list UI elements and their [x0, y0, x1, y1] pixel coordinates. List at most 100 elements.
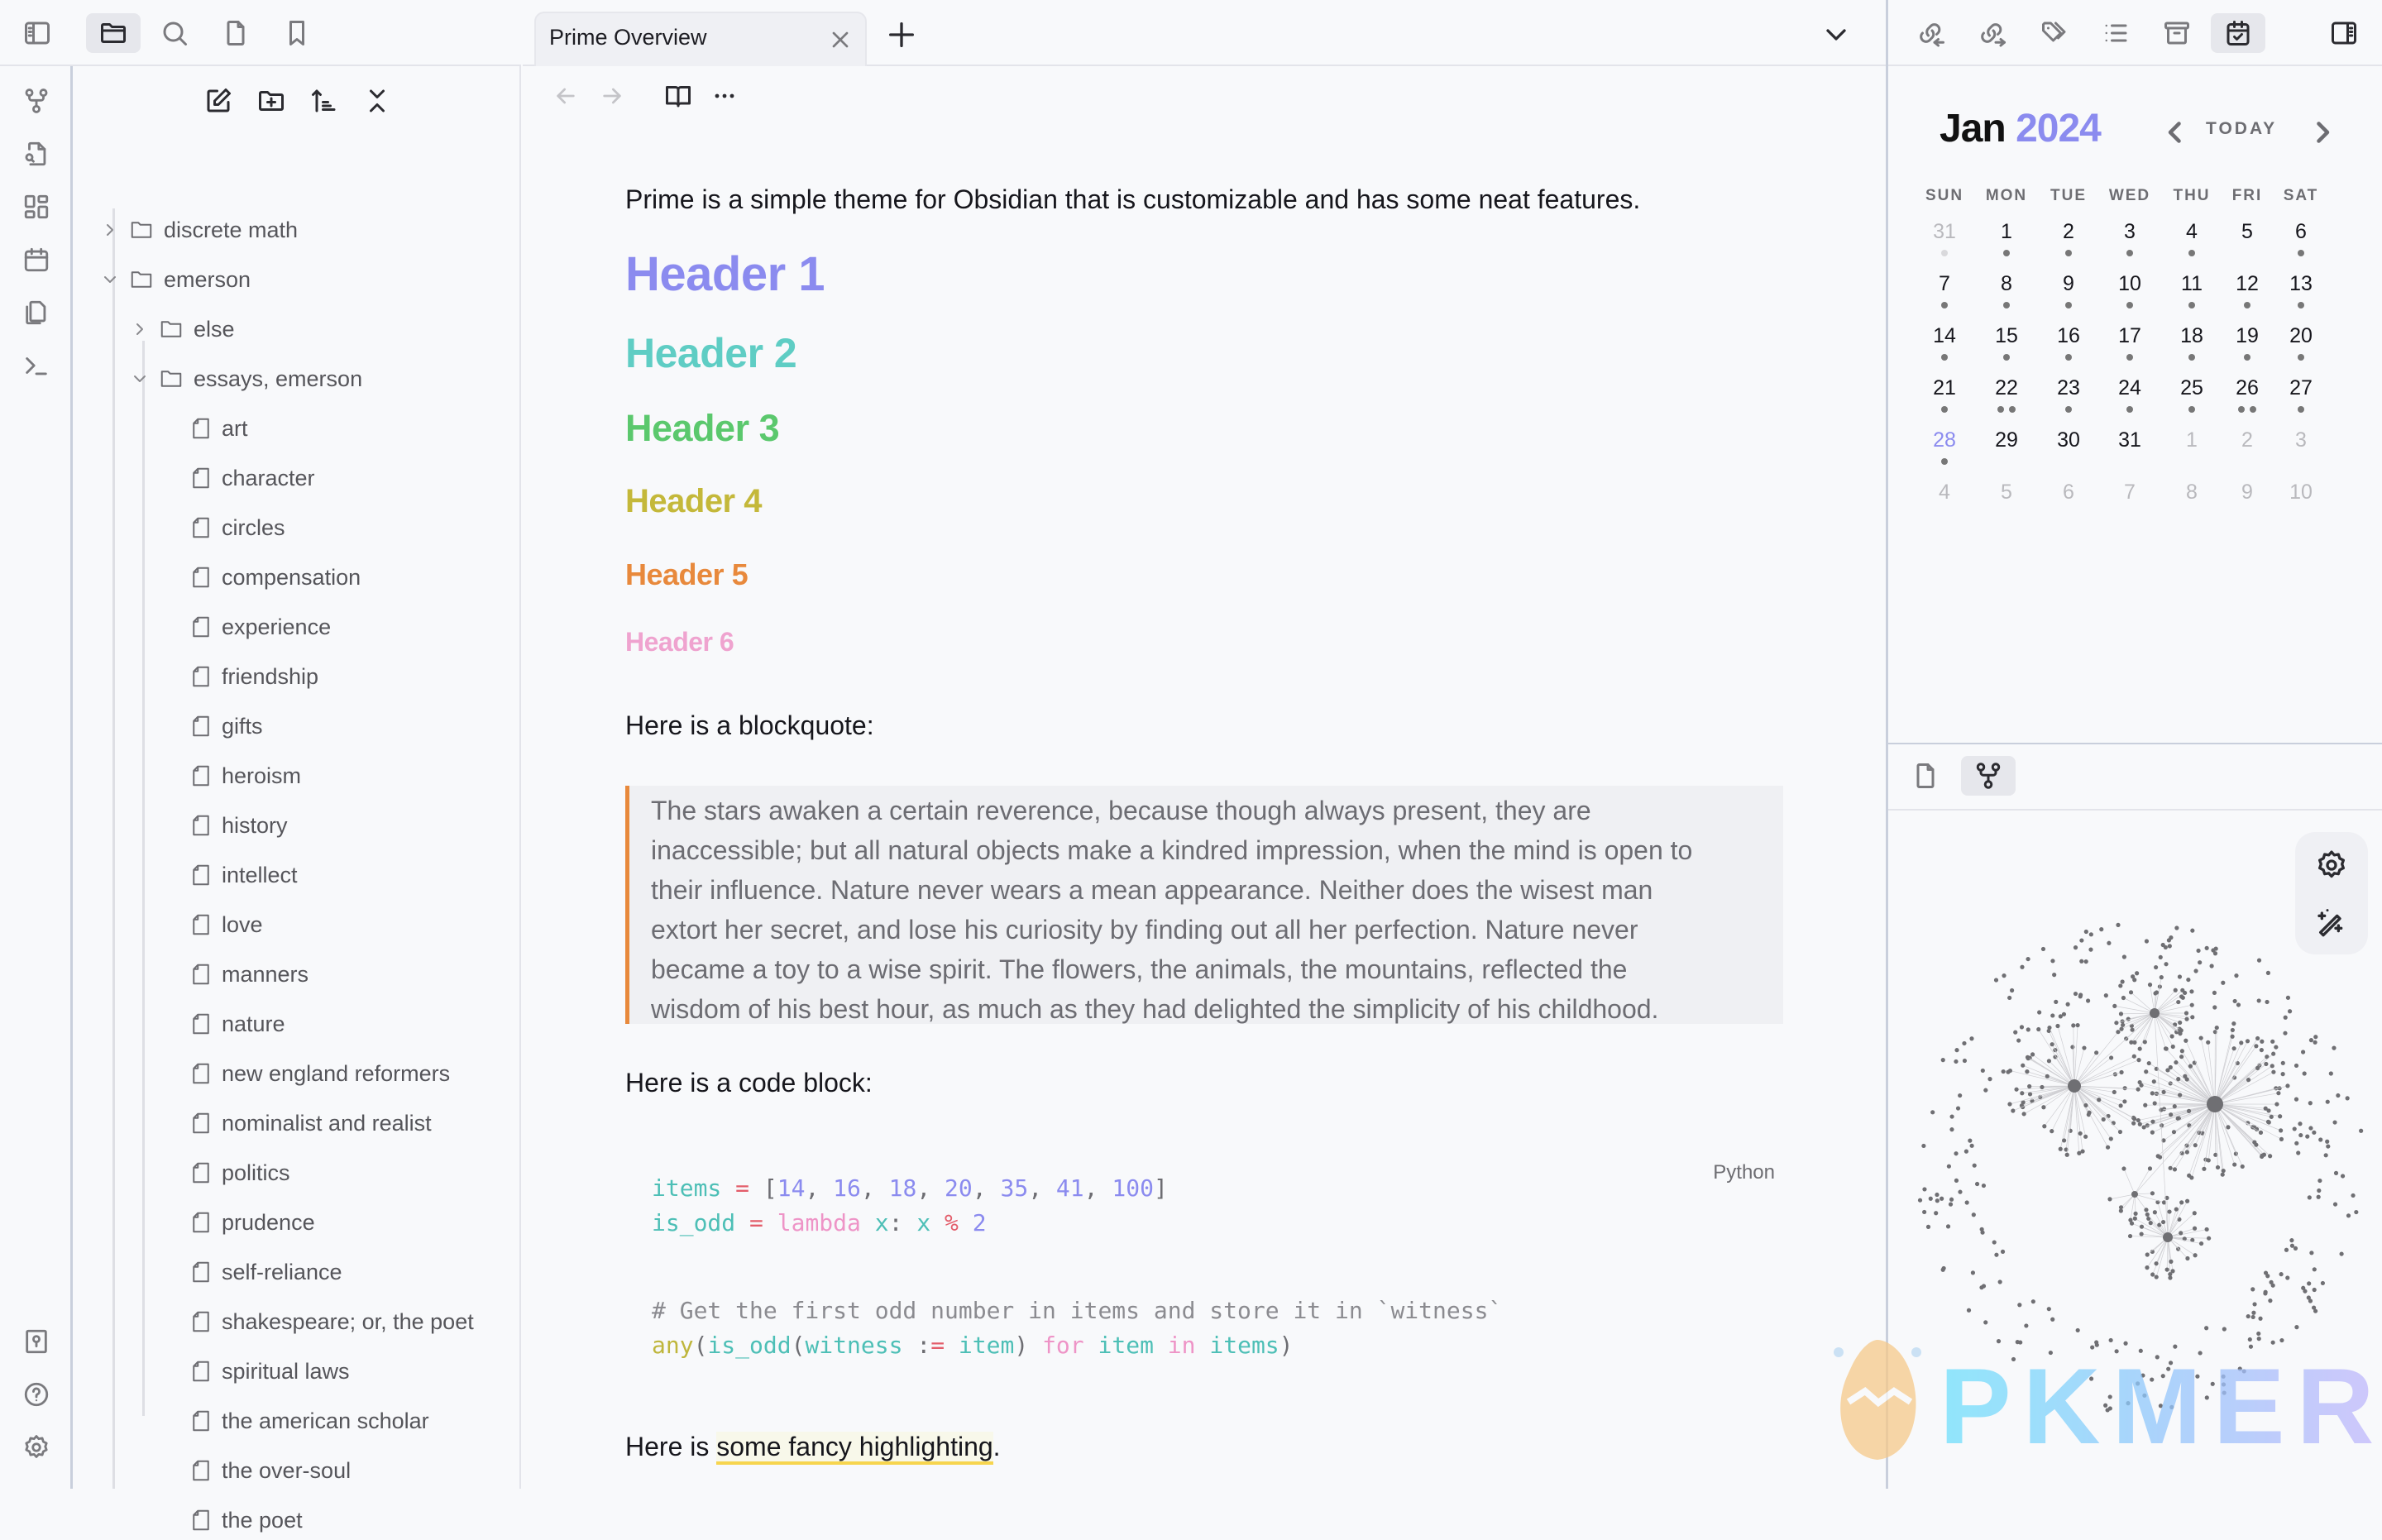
- calendar-day[interactable]: 8: [2162, 481, 2222, 505]
- tree-file[interactable]: history: [190, 806, 288, 845]
- help-button[interactable]: [18, 1376, 55, 1413]
- graph-animate-button[interactable]: [2315, 905, 2348, 938]
- graph-settings-button[interactable]: [2315, 849, 2348, 882]
- tree-file[interactable]: spiritual laws: [190, 1351, 350, 1391]
- graph-view-button[interactable]: [18, 83, 55, 119]
- toggle-left-sidebar-button[interactable]: [10, 13, 65, 53]
- calendar-day[interactable]: 11: [2162, 272, 2222, 296]
- new-folder-button[interactable]: [253, 83, 289, 119]
- calendar-day[interactable]: 9: [2039, 272, 2098, 296]
- calendar-day[interactable]: 1: [2162, 428, 2222, 452]
- tree-file[interactable]: friendship: [190, 657, 318, 696]
- calendar-day[interactable]: 23: [2039, 376, 2098, 400]
- new-note-button[interactable]: [200, 83, 237, 119]
- back-button[interactable]: [549, 79, 582, 112]
- tree-file[interactable]: nature: [190, 1004, 285, 1044]
- tree-file[interactable]: shakespeare; or, the poet: [190, 1302, 474, 1342]
- calendar-day[interactable]: 4: [1915, 481, 1974, 505]
- close-tab-button[interactable]: [827, 26, 854, 53]
- tree-folder[interactable]: discrete math: [98, 210, 298, 250]
- tree-file[interactable]: manners: [190, 954, 309, 994]
- tab-list-button[interactable]: [1820, 18, 1853, 51]
- search-tab-button[interactable]: [147, 13, 202, 53]
- calendar-day[interactable]: 18: [2162, 324, 2222, 348]
- calendar-day[interactable]: 30: [2039, 428, 2098, 452]
- tags-button[interactable]: [2027, 13, 2082, 53]
- calendar-day[interactable]: 22: [1977, 376, 2036, 400]
- backlinks-button[interactable]: [1905, 13, 1959, 53]
- calendar-day[interactable]: 31: [2100, 428, 2160, 452]
- tree-file[interactable]: love: [190, 905, 263, 945]
- files-tab-button[interactable]: [86, 13, 141, 53]
- calendar-day[interactable]: 27: [2271, 376, 2331, 400]
- calendar-day[interactable]: 24: [2100, 376, 2160, 400]
- calendar-day[interactable]: 10: [2100, 272, 2160, 296]
- tree-file[interactable]: the american scholar: [190, 1401, 429, 1441]
- toggle-right-sidebar-button[interactable]: [2317, 13, 2371, 53]
- tree-folder[interactable]: else: [127, 309, 235, 349]
- calendar-day[interactable]: 7: [1915, 272, 1974, 296]
- tab-prime-overview[interactable]: Prime Overview: [534, 12, 867, 66]
- tree-file[interactable]: intellect: [190, 855, 298, 895]
- today-button[interactable]: TODAY: [2206, 119, 2277, 139]
- calendar-day[interactable]: 21: [1915, 376, 1974, 400]
- archive-button[interactable]: [2150, 13, 2204, 53]
- tree-file[interactable]: art: [190, 409, 248, 448]
- calendar-day[interactable]: 25: [2162, 376, 2222, 400]
- calendar-day[interactable]: 12: [2217, 272, 2277, 296]
- tree-folder[interactable]: emerson: [98, 260, 251, 299]
- dashboard-button[interactable]: [18, 189, 55, 225]
- tree-file[interactable]: new england reformers: [190, 1054, 450, 1093]
- calendar-day[interactable]: 2: [2039, 220, 2098, 244]
- tree-file[interactable]: circles: [190, 508, 285, 548]
- sort-button[interactable]: [306, 83, 342, 119]
- calendar-day[interactable]: 5: [1977, 481, 2036, 505]
- calendar-day[interactable]: 31: [1915, 220, 1974, 244]
- outline-button[interactable]: [2088, 13, 2143, 53]
- calendar-day[interactable]: 29: [1977, 428, 2036, 452]
- graph-view-tab-button[interactable]: [1961, 756, 2016, 796]
- tree-file[interactable]: the over-soul: [190, 1451, 351, 1490]
- calendar-day[interactable]: 20: [2271, 324, 2331, 348]
- calendar-day[interactable]: 4: [2162, 220, 2222, 244]
- chevron-right-icon[interactable]: [127, 319, 152, 339]
- calendar-day[interactable]: 10: [2271, 481, 2331, 505]
- tree-file[interactable]: character: [190, 458, 315, 498]
- file-view-button[interactable]: [1898, 756, 1953, 796]
- next-month-button[interactable]: [2310, 117, 2335, 147]
- calendar-day[interactable]: 8: [1977, 272, 2036, 296]
- more-options-button[interactable]: [708, 79, 741, 112]
- terminal-button[interactable]: [18, 347, 55, 384]
- copy-button[interactable]: [18, 294, 55, 331]
- bookmarks-tab-button[interactable]: [270, 13, 324, 53]
- collapse-all-button[interactable]: [359, 83, 395, 119]
- calendar-view-button[interactable]: [2211, 13, 2265, 53]
- calendar-day[interactable]: 1: [1977, 220, 2036, 244]
- tree-file[interactable]: gifts: [190, 706, 263, 746]
- previous-month-button[interactable]: [2163, 117, 2188, 147]
- calendar-day[interactable]: 3: [2100, 220, 2160, 244]
- calendar-day[interactable]: 3: [2271, 428, 2331, 452]
- forward-button[interactable]: [596, 79, 629, 112]
- new-tab-button[interactable]: [885, 18, 918, 51]
- calendar-day[interactable]: 6: [2039, 481, 2098, 505]
- calendar-day[interactable]: 6: [2271, 220, 2331, 244]
- calendar-day[interactable]: 7: [2100, 481, 2160, 505]
- calendar-day[interactable]: 9: [2217, 481, 2277, 505]
- reading-view-button[interactable]: [662, 79, 695, 112]
- calendar-day[interactable]: 14: [1915, 324, 1974, 348]
- chevron-down-icon[interactable]: [127, 369, 152, 389]
- calendar-day[interactable]: 17: [2100, 324, 2160, 348]
- tree-file[interactable]: compensation: [190, 557, 361, 597]
- chevron-down-icon[interactable]: [98, 270, 122, 289]
- tree-file[interactable]: heroism: [190, 756, 301, 796]
- calendar-day[interactable]: 5: [2217, 220, 2277, 244]
- calendar-button[interactable]: [18, 242, 55, 278]
- calendar-day[interactable]: 15: [1977, 324, 2036, 348]
- vault-button[interactable]: [18, 1323, 55, 1360]
- chevron-right-icon[interactable]: [98, 220, 122, 240]
- calendar-day[interactable]: 19: [2217, 324, 2277, 348]
- tree-file[interactable]: self-reliance: [190, 1252, 342, 1292]
- tree-file[interactable]: the poet: [190, 1500, 303, 1540]
- calendar-day[interactable]: 16: [2039, 324, 2098, 348]
